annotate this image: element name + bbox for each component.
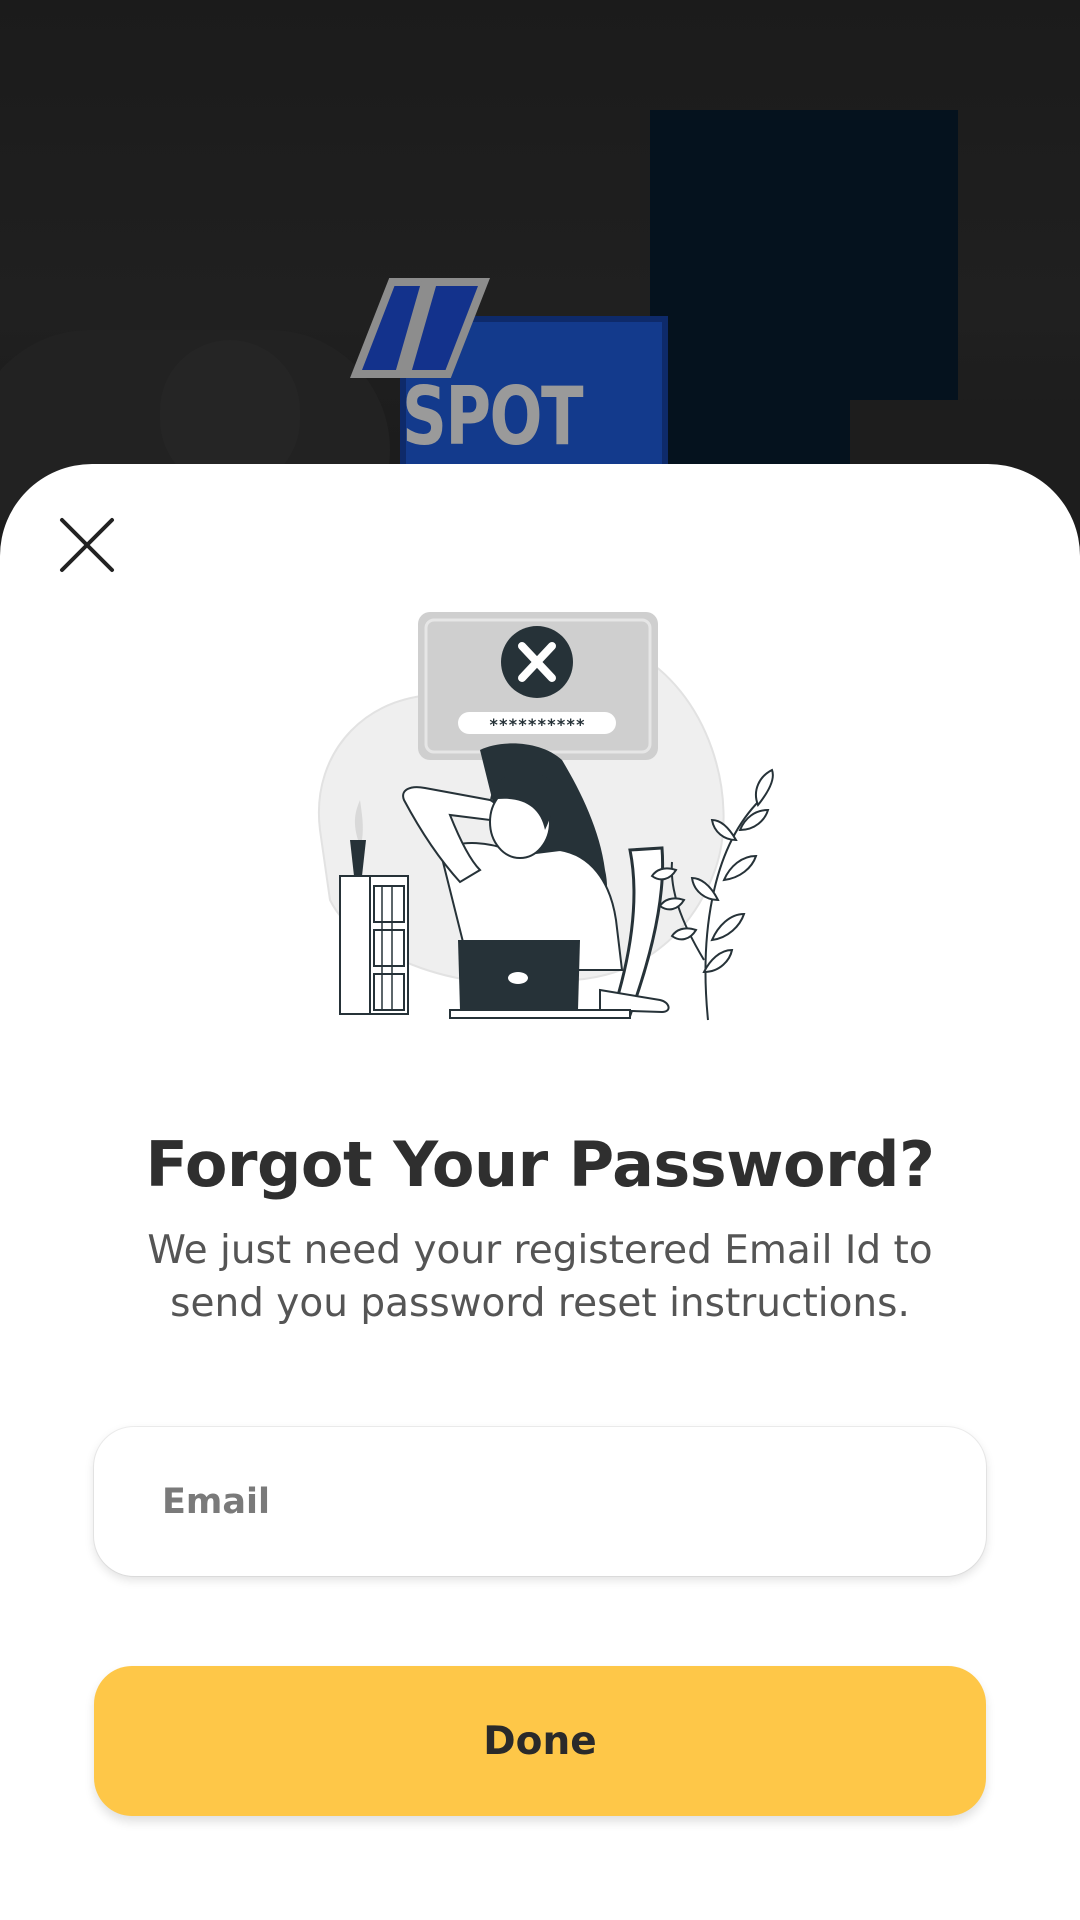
done-button[interactable]: Done <box>94 1666 986 1816</box>
page-subtitle: We just need your registered Email Id to… <box>120 1224 960 1330</box>
password-card: ********** <box>418 612 658 760</box>
page-title: Forgot Your Password? <box>145 1128 935 1201</box>
password-mask: ********** <box>489 715 585 734</box>
forgot-password-illustration: ********** <box>300 600 790 1030</box>
subtitle-line: We just need your registered Email Id to <box>147 1228 933 1273</box>
email-input[interactable] <box>162 1481 942 1522</box>
email-field[interactable] <box>94 1427 986 1576</box>
logo-text: SPOT <box>402 370 584 463</box>
subtitle-line: send you password reset instructions. <box>170 1281 910 1326</box>
background-image: SPOT <box>0 0 1080 520</box>
close-icon <box>60 518 114 572</box>
close-button[interactable] <box>56 514 118 576</box>
